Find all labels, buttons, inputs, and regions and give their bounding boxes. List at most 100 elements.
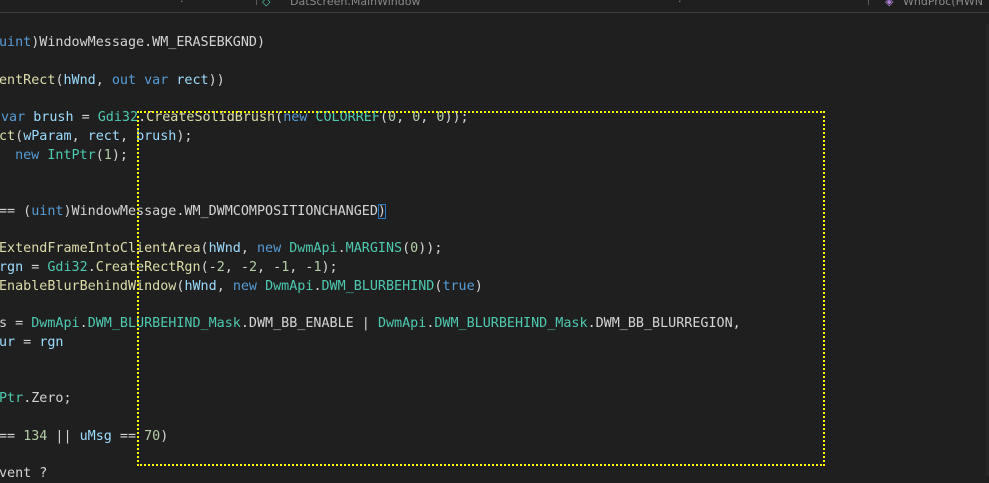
code-token: , [240, 241, 257, 257]
code-token: var [1, 110, 26, 125]
code-token: true [442, 278, 475, 294]
code-token: 2 [248, 260, 257, 275]
code-line[interactable]: uint)WindowMessage.WM_ERASEBKGND) [0, 33, 265, 52]
code-line[interactable]: == 134 || uMsg == 70) [0, 427, 168, 446]
code-token: = [23, 260, 48, 275]
code-token: 134 [23, 428, 48, 444]
code-token: , [396, 110, 413, 125]
code-token: , [95, 72, 112, 88]
code-token: 1 [103, 147, 112, 163]
code-token: rgn [39, 335, 64, 350]
code-token: ( [379, 110, 388, 125]
code-token: 1 [313, 260, 322, 275]
code-token: ); [321, 260, 338, 275]
code-line[interactable]: ExtendFrameIntoClientArea ( hWnd, new DwmA… [0, 239, 442, 258]
code-token: CreateRectRgn [95, 260, 201, 275]
code-token: ) [377, 203, 386, 219]
code-token: )) [208, 72, 225, 88]
code-token: DwmApi [377, 316, 427, 332]
code-token: )); [444, 110, 469, 125]
code-token: uint [31, 203, 64, 219]
code-token: wParam [23, 128, 72, 144]
code-token: hWnd [208, 241, 241, 257]
code-line[interactable]: Ptr.Zero; [0, 389, 72, 408]
code-token: . [337, 241, 346, 257]
code-token: uMsg [79, 428, 112, 444]
code-line[interactable]: EnableBlurBehindWindow(hWnd, new DwmApi.… [0, 277, 483, 296]
code-token: var [144, 72, 169, 88]
method-icon: ◈ [885, 0, 894, 8]
code-token: , [71, 128, 88, 144]
code-token: , [216, 278, 233, 294]
code-token: out [111, 72, 137, 88]
code-token: = [73, 110, 98, 125]
code-token: . [79, 316, 88, 332]
code-token: DwmApi [265, 278, 314, 294]
nav-divider [868, 0, 869, 5]
code-token: , [420, 110, 437, 125]
code-token: hWnd [184, 278, 217, 294]
code-token: == [111, 428, 145, 444]
code-token: hWnd [63, 72, 96, 88]
code-token: CreateSolidBrush [146, 110, 276, 125]
code-token: , - [224, 260, 249, 275]
code-token: = [15, 335, 40, 350]
code-editor[interactable]: uint)WindowMessage.WM_ERASEBKGND) entRect… [0, 24, 989, 481]
code-token: ur [0, 335, 16, 350]
code-token: .DWM_BB_BLURREGION, [587, 316, 741, 332]
code-token: .DWM_BB_ENABLE | [240, 316, 378, 332]
code-token: DWM_BLURBEHIND_Mask [87, 316, 241, 332]
code-token: )WindowMessage.WM_ERASEBKGND) [31, 35, 266, 50]
code-token: , - [289, 260, 314, 275]
code-line[interactable]: var brush = Gdi32.CreateSolidBrush(new C… [1, 108, 469, 127]
code-token: vent ? [0, 466, 48, 482]
code-token: , - [257, 260, 282, 275]
code-token: uint [0, 35, 32, 50]
editor-navigation-bar: · ◇ DatScreen.MainWindow · ◈ WndProc(HWN [0, 0, 989, 13]
nav-divider [256, 0, 257, 5]
code-token: ( [275, 110, 284, 125]
code-token: 0 [388, 110, 397, 125]
code-token: ( [55, 72, 64, 88]
code-line[interactable]: s = DwmApi.DWM_BLURBEHIND_Mask.DWM_BB_EN… [0, 314, 741, 333]
code-line[interactable]: == (uint)WindowMessage.WM_DWMCOMPOSITION… [0, 202, 386, 221]
code-token: entRect [0, 72, 56, 88]
code-line[interactable]: rgn = Gdi32.CreateRectRgn(-2, -2, -1, -1… [0, 258, 338, 277]
code-line[interactable]: ur = rgn [0, 333, 64, 352]
code-token: ExtendFrameIntoClientArea [0, 241, 201, 257]
code-token: MARGINS [345, 241, 403, 257]
code-token: == ( [0, 203, 32, 219]
code-token: || [47, 428, 80, 444]
nav-fragment-right: · [678, 0, 682, 8]
code-token: . [87, 260, 96, 275]
code-token: ( [402, 241, 411, 257]
code-token: DWM_BLURBEHIND [321, 278, 435, 294]
nav-method-dropdown[interactable]: WndProc(HWN [903, 0, 983, 8]
code-token: ); [111, 147, 128, 163]
code-token: ) [474, 278, 483, 294]
nav-class-dropdown[interactable]: DatScreen.MainWindow [290, 0, 420, 8]
code-line[interactable]: vent ? [0, 464, 47, 483]
code-token: .Zero; [23, 391, 72, 407]
code-token: new [283, 110, 308, 125]
code-token: DWM_BLURBEHIND_Mask [434, 316, 588, 332]
code-token: new [15, 147, 40, 163]
code-line[interactable]: new IntPtr(1); [7, 146, 128, 165]
code-token: new [232, 278, 257, 294]
code-line[interactable]: ct(wParam, rect, brush); [0, 127, 193, 146]
code-token: Ptr [0, 391, 24, 407]
code-line[interactable]: entRect(hWnd, out var rect)) [0, 71, 225, 90]
code-token: 70 [144, 428, 161, 444]
code-token: , [119, 128, 137, 144]
code-token: new [256, 241, 282, 257]
code-token: . [313, 278, 322, 294]
code-token: ( [15, 128, 24, 144]
code-token: ct [0, 128, 16, 144]
code-token: Gdi32 [47, 260, 88, 275]
code-token: 2 [216, 260, 225, 275]
code-token: brush [136, 128, 177, 144]
code-token: Gdi32 [97, 110, 139, 125]
code-token: DwmApi [289, 241, 338, 257]
